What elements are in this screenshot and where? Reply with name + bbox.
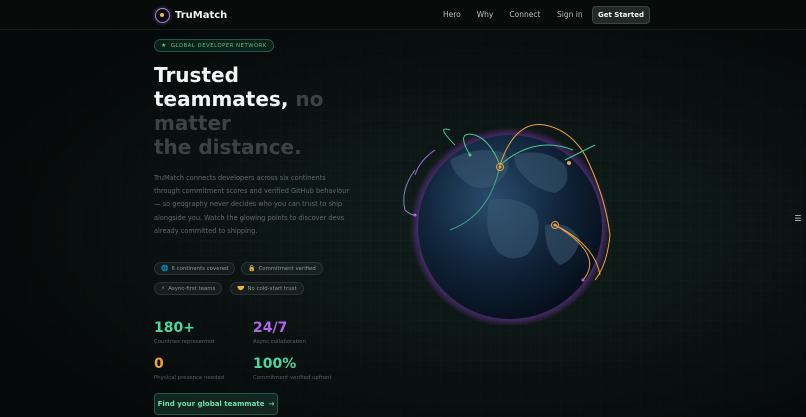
stat-label: Commitment verified upfront [253,375,332,381]
stat-value: 24/7 [253,320,288,336]
chip-label: Async-first teams [168,285,216,292]
arrow-right-icon: → [268,400,275,408]
globe-visual[interactable] [395,115,625,327]
hero-headline: Trusted teammates, no matter the distanc… [154,63,354,159]
main-nav: Hero Why Connect [443,10,540,19]
globe-icon: 🌐 [161,265,169,272]
marker-dot-icon [581,278,585,282]
headline-line-1: Trusted [154,63,239,87]
section-badge-label: GLOBAL DEVELOPER NETWORK [170,42,267,49]
chip-label: Commitment verified [258,265,316,272]
globe-svg [403,124,611,327]
get-started-button[interactable]: Get Started [592,6,650,24]
headline-line-3: matter [154,111,231,135]
marker-dot-icon [553,223,557,227]
marker-dot-icon [413,213,417,217]
stat-value: 180+ [154,320,195,336]
marker-dot-icon [498,165,502,169]
headline-line-2a: teammates, [154,87,289,111]
stat-label: Physical presence needed [154,375,225,381]
chip-continents: 🌐 6 continents covered [154,262,236,275]
lock-icon: 🔒 [248,265,256,272]
top-navbar: TruMatch Hero Why Connect Sign in Get St… [0,0,806,30]
stat-value: 100% [253,356,297,372]
globe-logo-icon [155,7,170,23]
section-badge: ★ GLOBAL DEVELOPER NETWORK [154,39,274,52]
nav-link-connect[interactable]: Connect [509,10,540,19]
nav-link-why[interactable]: Why [477,10,494,19]
stat-value: 0 [154,356,164,372]
chip-label: No cold-start trust [247,285,297,292]
marker-dot-icon [567,161,571,165]
stat-label: Async collaboration [253,339,306,345]
find-teammate-button[interactable]: Find your global teammate → [154,393,278,415]
nav-link-hero[interactable]: Hero [443,10,461,19]
handshake-icon: 🤝 [237,285,245,292]
brand-name: TruMatch [175,9,228,21]
chip-trust: 🤝 No cold-start trust [230,282,304,295]
chip-label: 6 continents covered [171,265,229,272]
hero-description: TruMatch connects developers across six … [154,174,350,235]
marker-dot-icon [468,153,472,157]
stat-label: Countries represented [154,339,215,345]
sign-in-link[interactable]: Sign in [557,10,583,19]
headline-line-4: the distance. [154,135,302,159]
cta-label: Find your global teammate [157,400,265,408]
lightning-icon: ⚡ [161,285,166,292]
chip-commitment: 🔒 Commitment verified [241,262,323,275]
brand[interactable]: TruMatch [155,7,227,23]
chip-async: ⚡ Async-first teams [154,282,223,295]
star-icon: ★ [161,42,167,49]
headline-line-2b: no [295,87,324,111]
settings-sliders-icon[interactable]: ☰ [793,212,803,224]
